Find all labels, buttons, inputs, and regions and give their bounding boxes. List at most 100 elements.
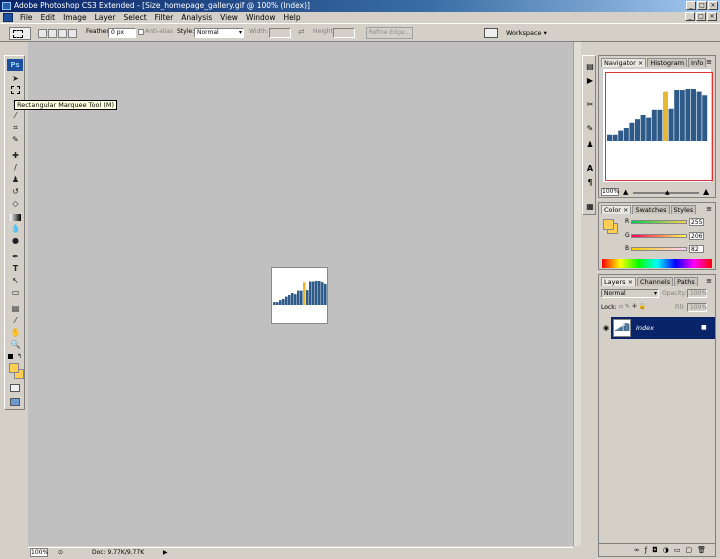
notes-tool-icon[interactable]: ▤ [10, 304, 21, 314]
opacity-field[interactable]: 100% [687, 289, 707, 298]
color-ramp[interactable] [602, 259, 712, 268]
path-selection-icon[interactable]: ↖ [10, 276, 21, 286]
tab-swatches[interactable]: Swatches [632, 205, 670, 214]
close-button[interactable]: × [708, 1, 718, 10]
slice-tool-icon[interactable]: ✎ [10, 135, 21, 145]
fill-field[interactable]: 100% [687, 303, 707, 312]
status-menu-arrow[interactable]: ▶ [163, 548, 168, 558]
panel-menu-icon[interactable]: ≡ [706, 205, 712, 213]
delete-layer-icon[interactable]: 🗑 [697, 546, 711, 554]
zoom-slider-handle[interactable]: ▲ [665, 189, 670, 196]
quick-mask-icon[interactable] [10, 384, 20, 392]
paragraph-icon[interactable]: ¶ [585, 178, 595, 188]
style-select[interactable]: Normal ▾ [194, 28, 244, 38]
menu-layer[interactable]: Layer [91, 13, 120, 22]
marquee-tool-icon[interactable] [11, 86, 20, 94]
navigator-thumbnail[interactable] [602, 68, 713, 183]
menu-select[interactable]: Select [120, 13, 151, 22]
menu-window[interactable]: Window [242, 13, 280, 22]
workspace-button[interactable]: Workspace ▾ [506, 29, 547, 37]
move-tool-icon[interactable]: ➤ [10, 74, 21, 84]
brushes-icon[interactable]: ✎ [585, 124, 595, 134]
maximize-button[interactable]: □ [697, 1, 707, 10]
zoom-field[interactable]: 100% [30, 548, 48, 557]
actions-icon[interactable]: ▶ [585, 76, 595, 86]
menu-file[interactable]: File [16, 13, 37, 22]
menu-image[interactable]: Image [59, 13, 91, 22]
b-value[interactable]: 82 [689, 245, 704, 253]
eraser-tool-icon[interactable]: ◇ [10, 199, 21, 209]
panel-menu-icon[interactable]: ≡ [706, 58, 712, 66]
pen-tool-icon[interactable]: ✒ [10, 252, 21, 262]
blur-tool-icon[interactable]: 💧 [10, 224, 21, 234]
type-tool-icon[interactable]: T [10, 264, 21, 274]
history-icon[interactable]: ▤ [585, 62, 595, 72]
antialias-checkbox[interactable] [138, 29, 144, 35]
add-selection-icon[interactable] [48, 29, 57, 38]
swap-icon[interactable]: ⇄ [298, 27, 305, 36]
adjustment-layer-icon[interactable]: ◑ [663, 546, 674, 554]
clone-stamp-icon[interactable]: ♟ [10, 175, 21, 185]
lock-icons[interactable]: ▫ ✎ ✚ 🔒 [619, 303, 646, 310]
foreground-color-swatch[interactable] [9, 363, 19, 373]
clone-source-icon[interactable]: ♟ [585, 140, 595, 150]
new-group-icon[interactable]: ▭ [674, 546, 686, 554]
screen-mode-icon[interactable] [10, 398, 20, 406]
feather-field[interactable]: 0 px [108, 28, 136, 38]
document-icon[interactable] [3, 13, 13, 22]
doc-restore-button[interactable]: □ [696, 12, 706, 21]
vertical-scrollbar[interactable] [573, 42, 581, 546]
add-mask-icon[interactable]: ◘ [652, 546, 663, 554]
height-field[interactable] [333, 28, 355, 38]
zoom-in-icon[interactable]: ▲ [703, 187, 709, 196]
bridge-icon[interactable] [484, 28, 498, 38]
menu-view[interactable]: View [216, 13, 242, 22]
g-slider[interactable] [631, 234, 687, 238]
doc-minimize-button[interactable]: _ [685, 12, 695, 21]
layer-row[interactable]: Index ■ [611, 317, 715, 339]
navigator-zoom-field[interactable]: 100% [601, 188, 619, 196]
subtract-selection-icon[interactable] [58, 29, 67, 38]
healing-brush-icon[interactable]: ✚ [10, 151, 21, 161]
menu-analysis[interactable]: Analysis [177, 13, 216, 22]
crop-tool-icon[interactable]: ⌗ [10, 123, 21, 133]
magic-wand-icon[interactable]: ⁄ [10, 111, 21, 121]
document-image[interactable] [271, 267, 328, 324]
intersect-selection-icon[interactable] [68, 29, 77, 38]
zoom-tool-icon[interactable]: 🔍 [10, 340, 21, 350]
b-slider[interactable] [631, 247, 687, 251]
default-colors-icon[interactable] [8, 354, 13, 359]
color-fg-swatch[interactable] [603, 219, 614, 230]
panel-menu-icon[interactable]: ≡ [706, 277, 712, 285]
eyedropper-icon[interactable]: ⁄ [10, 316, 21, 326]
doc-close-button[interactable]: × [707, 12, 717, 21]
character-icon[interactable]: A [585, 164, 595, 174]
menu-edit[interactable]: Edit [37, 13, 60, 22]
layer-comps-icon[interactable]: ▦ [585, 202, 595, 212]
menu-help[interactable]: Help [280, 13, 305, 22]
tab-histogram[interactable]: Histogram [647, 58, 688, 67]
refine-edge-button[interactable]: Refine Edge... [366, 27, 413, 39]
r-slider[interactable] [631, 220, 687, 224]
navigator-view-box[interactable] [605, 72, 713, 181]
hand-tool-icon[interactable]: ✋ [10, 328, 21, 338]
r-value[interactable]: 255 [689, 218, 704, 226]
brush-tool-icon[interactable]: / [10, 163, 21, 173]
status-icon[interactable]: ⊙ [58, 548, 63, 558]
blend-mode-select[interactable]: Normal ▾ [601, 289, 659, 298]
tab-layers[interactable]: Layers × [601, 277, 637, 286]
tab-styles[interactable]: Styles [670, 205, 697, 214]
dodge-tool-icon[interactable]: ● [10, 236, 21, 246]
history-brush-icon[interactable]: ↺ [10, 187, 21, 197]
width-field[interactable] [269, 28, 291, 38]
tool-preset-picker[interactable] [9, 27, 31, 40]
tab-info[interactable]: Info [688, 58, 707, 67]
shape-tool-icon[interactable]: ▭ [10, 288, 21, 298]
new-layer-icon[interactable]: ▢ [685, 546, 697, 554]
tab-channels[interactable]: Channels [637, 277, 674, 286]
tab-navigator[interactable]: Navigator × [601, 58, 647, 67]
tab-paths[interactable]: Paths [674, 277, 698, 286]
gradient-tool-icon[interactable] [10, 214, 21, 221]
zoom-out-icon[interactable]: ▲ [623, 188, 628, 196]
link-layers-icon[interactable]: ∞ [634, 546, 645, 554]
